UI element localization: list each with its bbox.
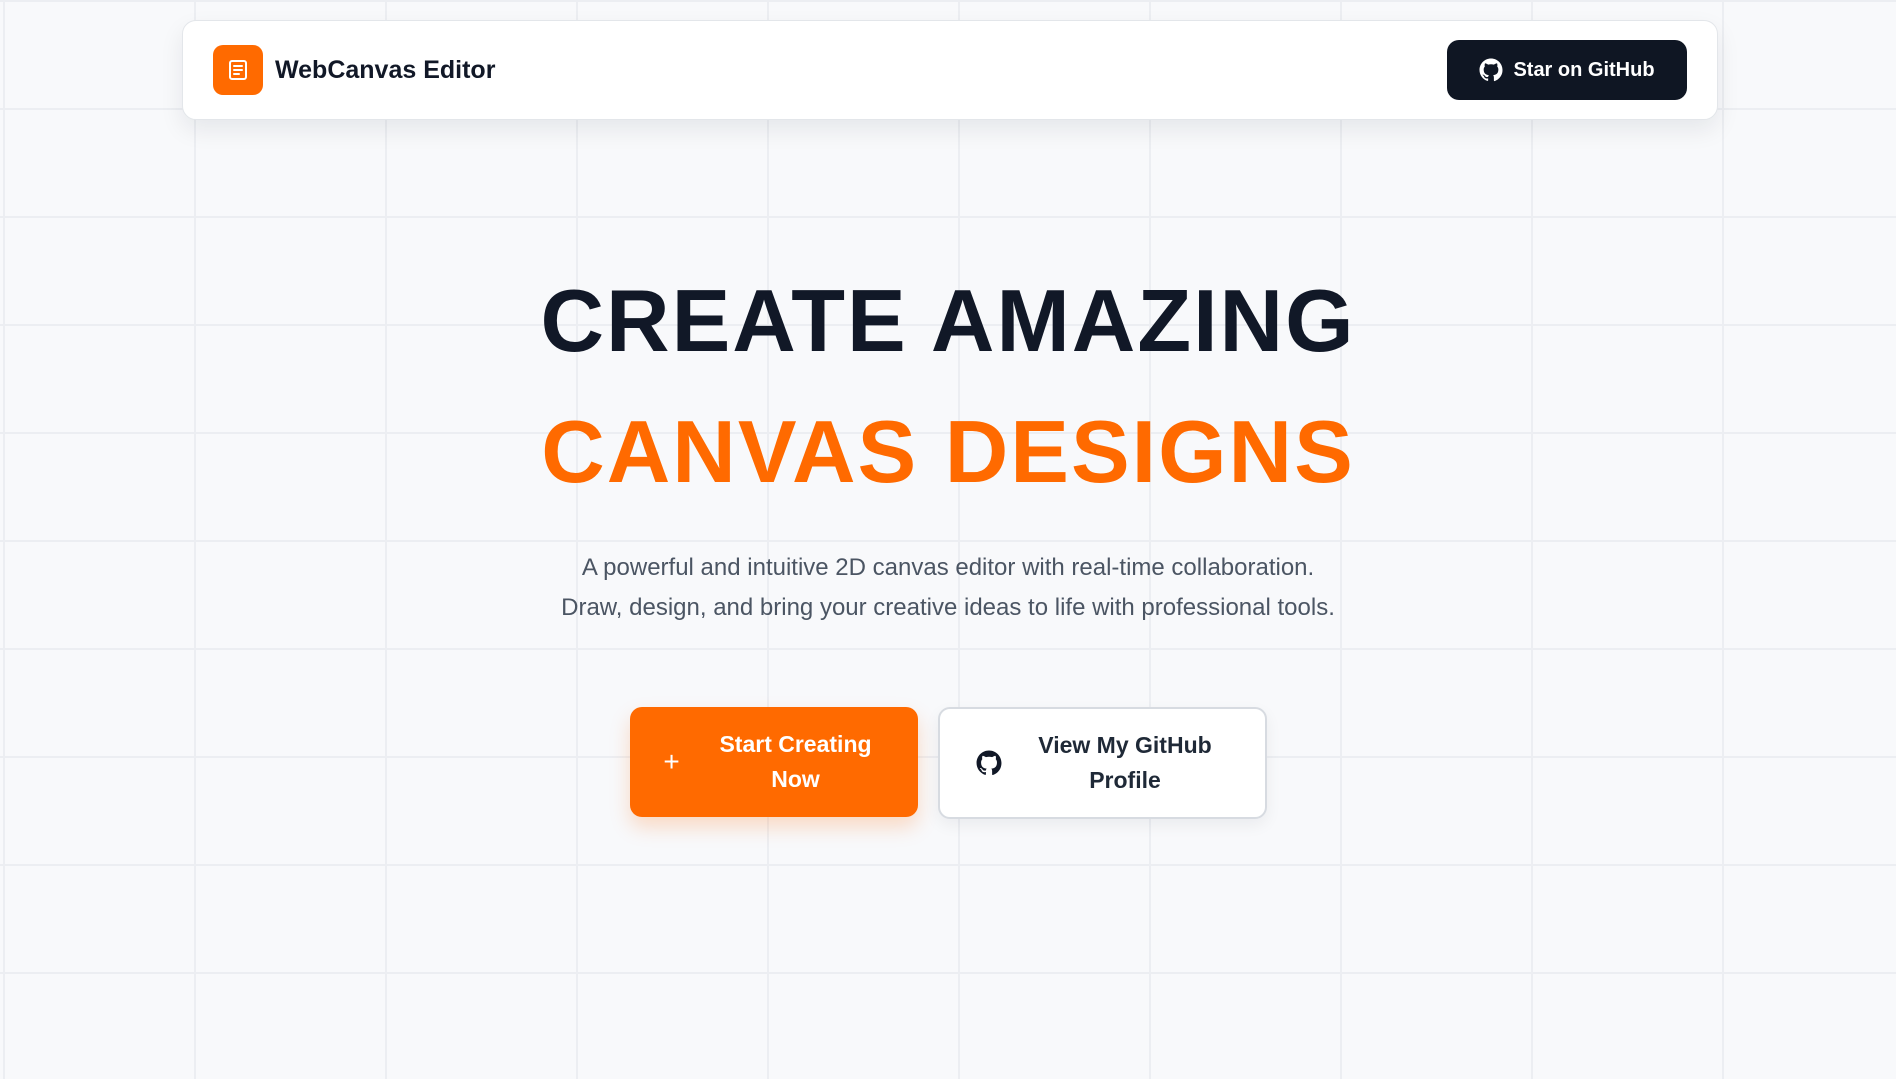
brand-name: WebCanvas Editor <box>275 55 496 84</box>
view-github-profile-label: View My GitHub Profile <box>1038 732 1212 793</box>
hero-title-line2: CANVAS DESIGNS <box>541 402 1355 501</box>
brand[interactable]: WebCanvas Editor <box>213 45 495 95</box>
hero-actions: + Start Creating Now View My GitHub Prof… <box>0 707 1896 819</box>
top-navbar: WebCanvas Editor Star on GitHub <box>182 20 1718 120</box>
star-on-github-button[interactable]: Star on GitHub <box>1447 40 1687 100</box>
github-icon <box>1479 58 1503 82</box>
star-on-github-label: Star on GitHub <box>1513 58 1655 81</box>
start-creating-label: Start Creating Now <box>719 731 872 792</box>
github-icon <box>976 750 1002 776</box>
hero-section: CREATE AMAZING CANVAS DESIGNS A powerful… <box>0 266 1896 628</box>
start-creating-button[interactable]: + Start Creating Now <box>629 707 918 817</box>
document-icon <box>213 45 263 95</box>
plus-icon: + <box>663 746 680 777</box>
hero-description: A powerful and intuitive 2D canvas edito… <box>561 554 1335 621</box>
hero-title-line1: CREATE AMAZING <box>540 271 1356 370</box>
view-github-profile-button[interactable]: View My GitHub Profile <box>937 707 1267 819</box>
